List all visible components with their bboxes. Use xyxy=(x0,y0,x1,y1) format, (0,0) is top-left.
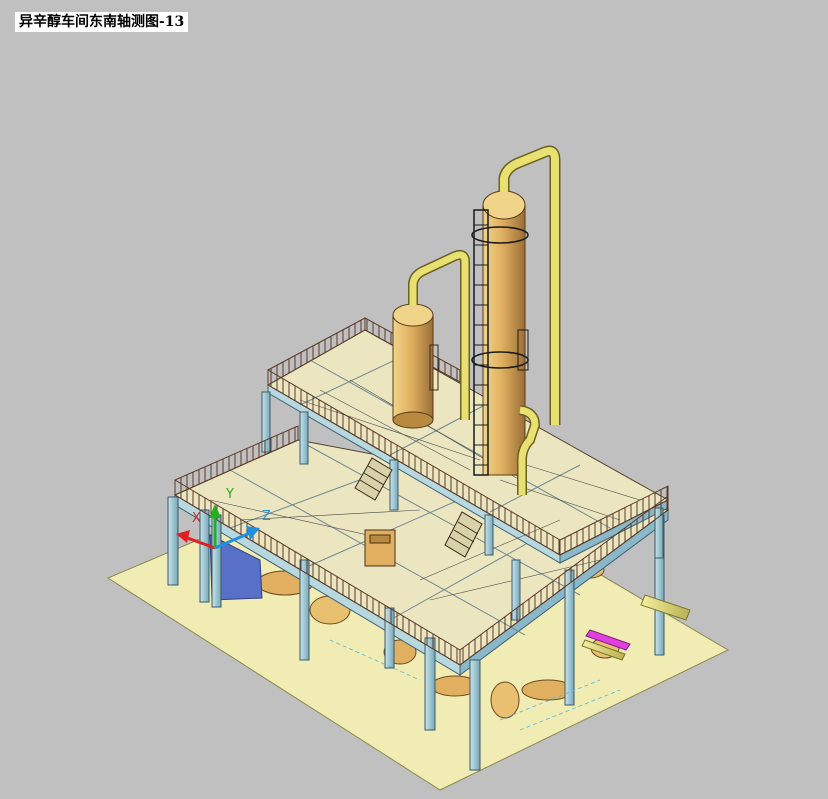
isometric-plant-drawing[interactable]: X Y Z xyxy=(0,0,828,799)
view-title: 异辛醇车间东南轴测图-13 xyxy=(15,12,189,32)
ucs-y-label: Y xyxy=(225,487,234,502)
deck-equipment-box xyxy=(364,529,396,567)
cad-viewport[interactable]: 异辛醇车间东南轴测图-13 X Y Z xyxy=(0,0,828,799)
distillation-column-short xyxy=(392,303,439,429)
ucs-z-label: Z xyxy=(262,509,271,524)
ucs-x-label: X xyxy=(192,511,201,526)
